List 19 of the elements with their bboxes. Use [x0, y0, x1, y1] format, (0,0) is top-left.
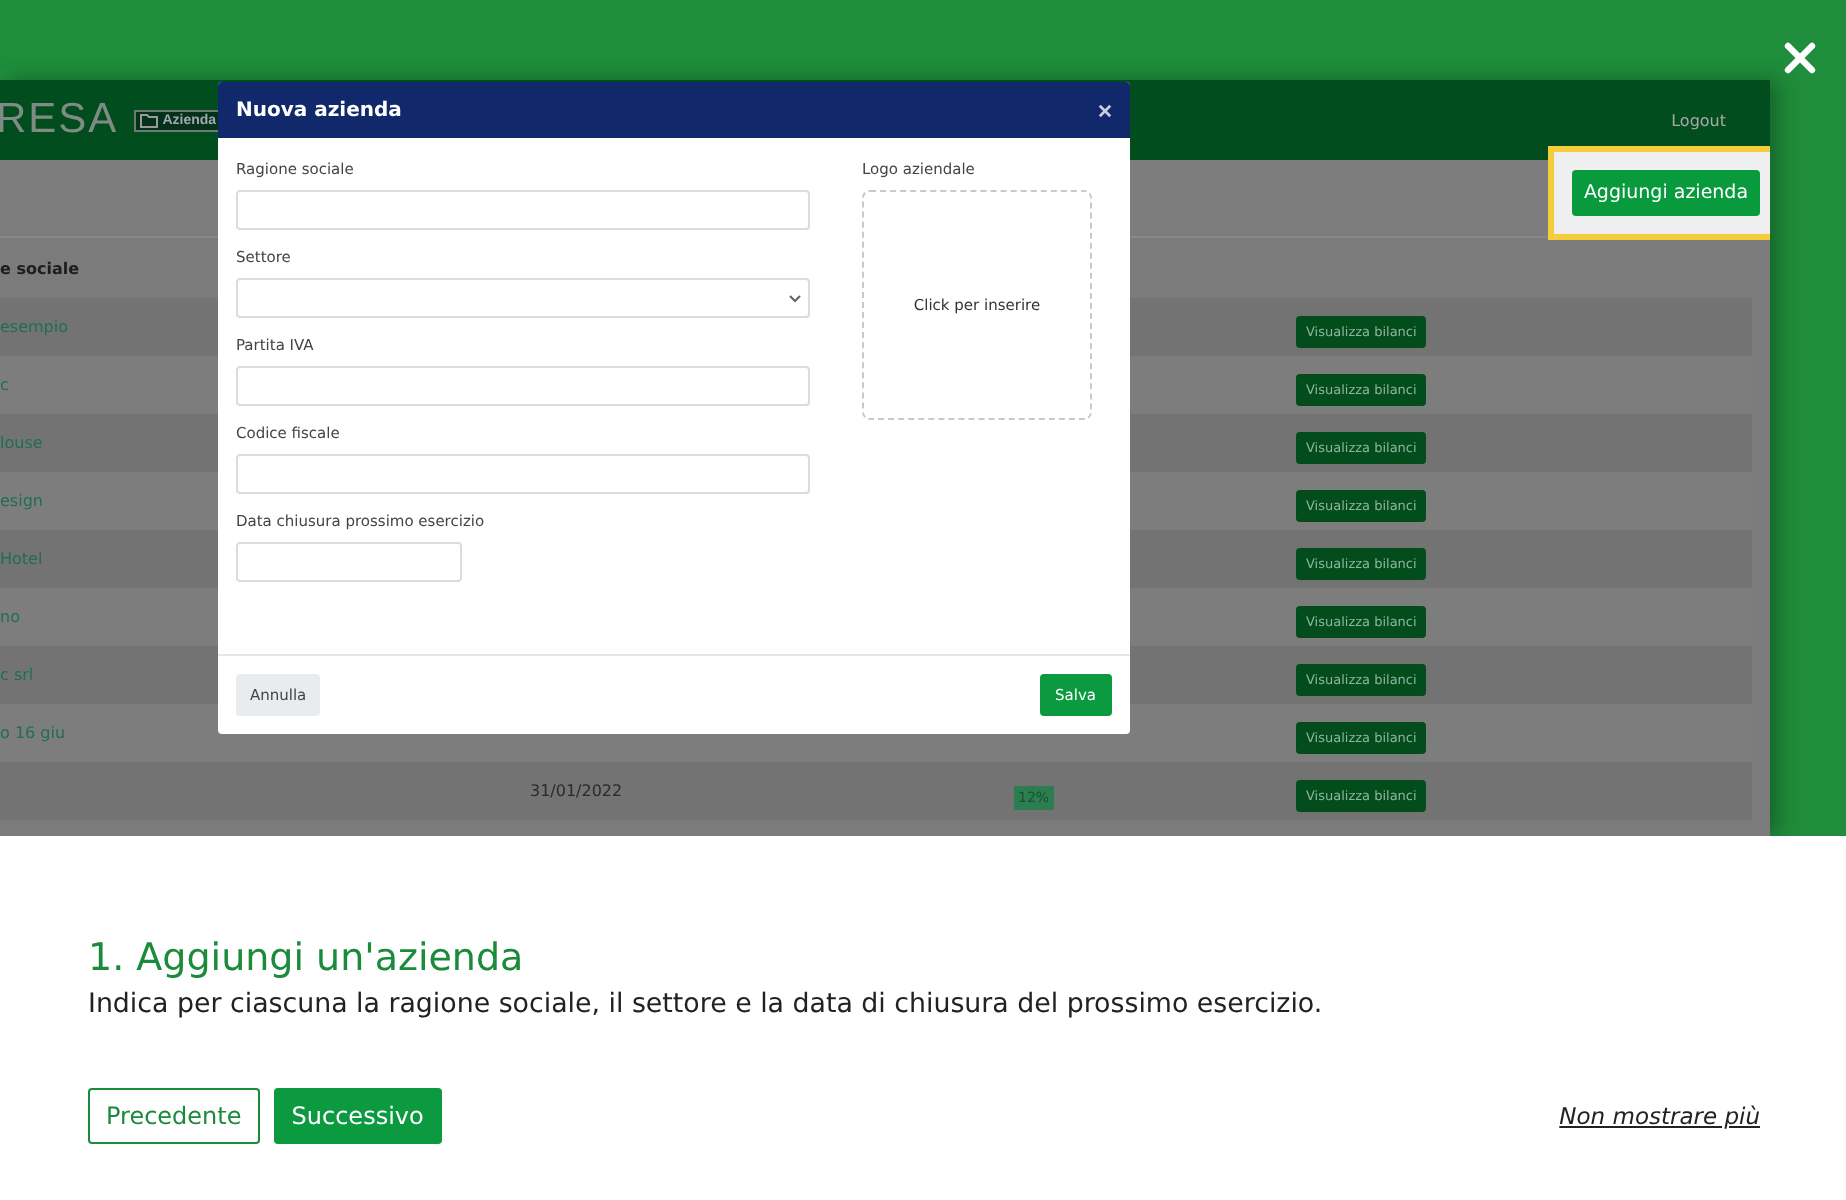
- step-title: 1. Aggiungi un'azienda: [88, 936, 526, 980]
- dont-show-again-link[interactable]: Non mostrare più: [1559, 1102, 1760, 1130]
- folder-icon: [140, 113, 159, 127]
- text-field[interactable]: [236, 190, 810, 230]
- text-field[interactable]: [236, 454, 810, 494]
- modal-title: Nuova azienda: [236, 99, 402, 121]
- logout-link[interactable]: Logout: [1671, 111, 1726, 129]
- next-button[interactable]: Successivo: [273, 1088, 442, 1144]
- add-company-button[interactable]: Aggiungi azienda: [1571, 170, 1761, 216]
- text-field[interactable]: [236, 366, 810, 406]
- table-cell: 31/01/2022: [530, 782, 623, 800]
- step-description: Indica per ciascuna la ragione sociale, il settore e la data di chiusura del prossimo esercizio.: [88, 990, 1325, 1020]
- column-header: e sociale: [0, 259, 80, 277]
- previous-button[interactable]: Precedente: [88, 1088, 260, 1144]
- date-field[interactable]: [236, 542, 462, 582]
- close-icon[interactable]: [1098, 103, 1112, 117]
- chevron-icon: [788, 293, 802, 303]
- logo-text: RESA: [0, 96, 119, 144]
- select-field[interactable]: [236, 278, 810, 318]
